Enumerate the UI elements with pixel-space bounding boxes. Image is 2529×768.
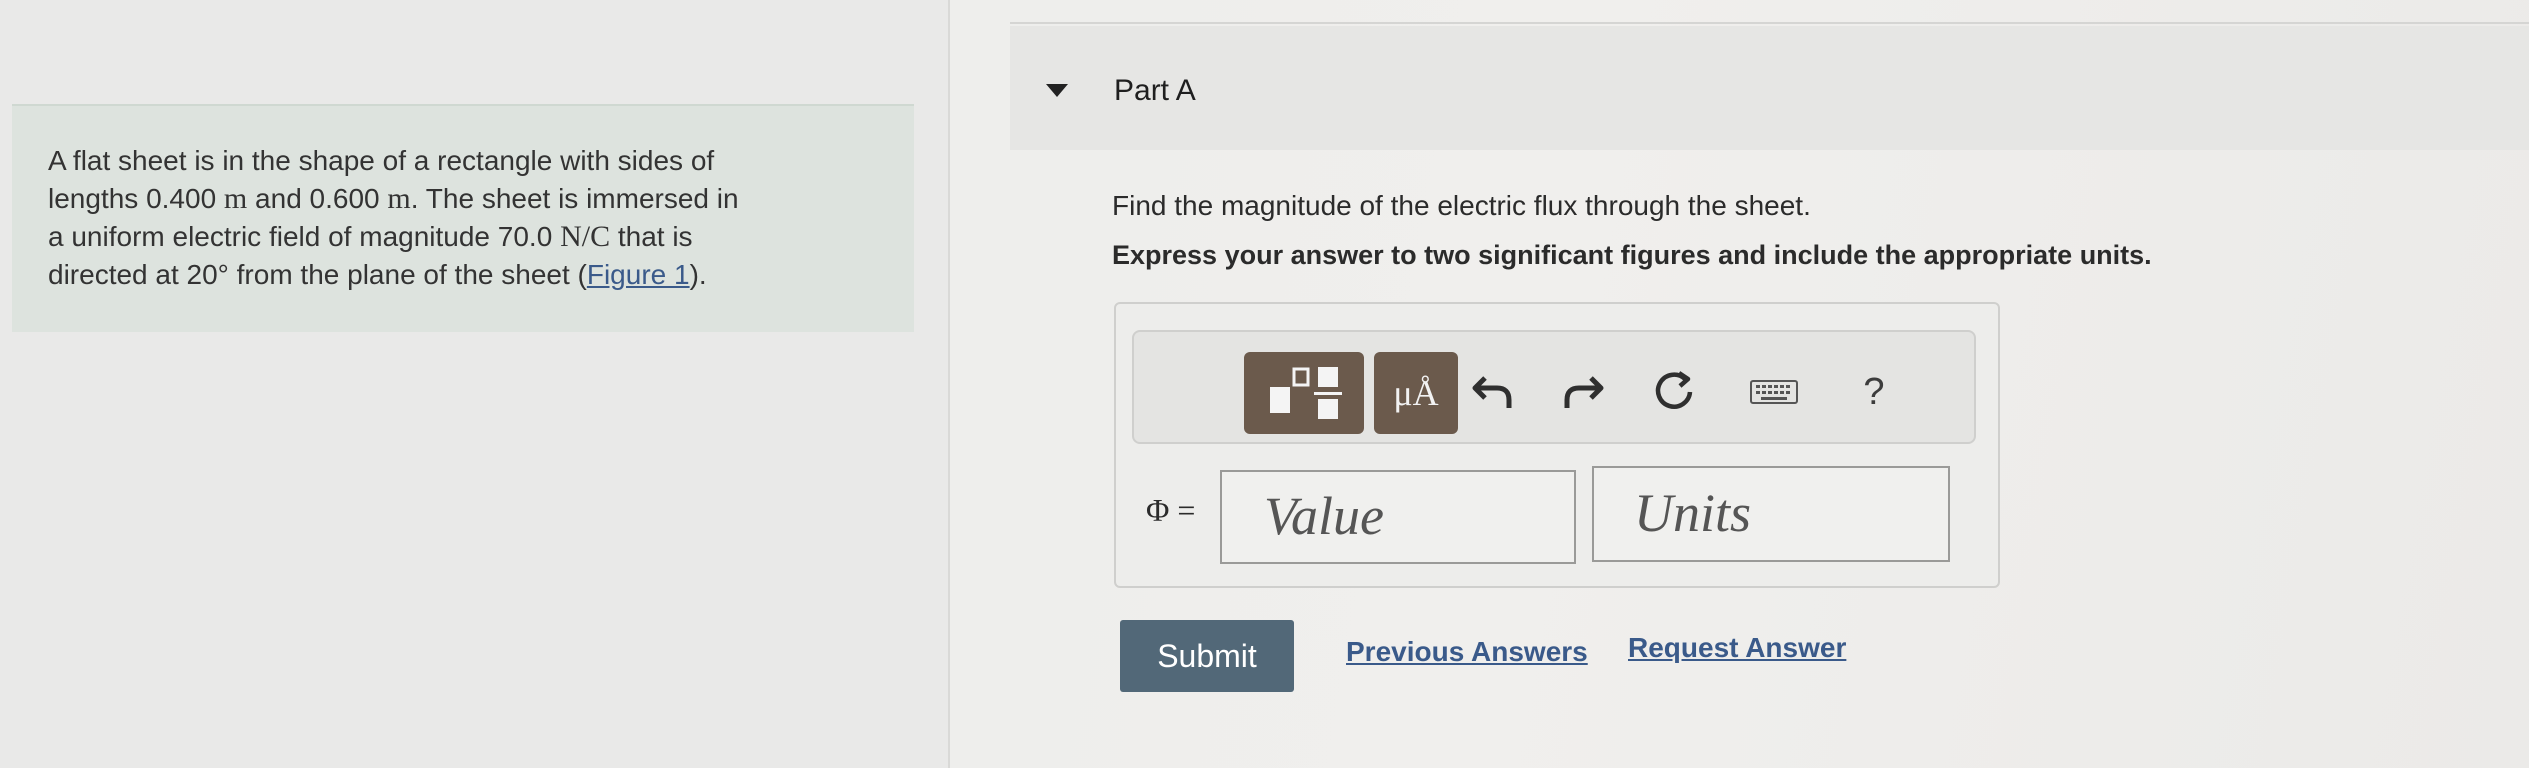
help-button[interactable]: ?	[1844, 362, 1904, 422]
problem-text: ).	[689, 259, 707, 290]
problem-column: A flat sheet is in the shape of a rectan…	[0, 0, 948, 768]
undo-icon	[1472, 376, 1512, 408]
redo-icon	[1564, 376, 1604, 408]
templates-button[interactable]	[1244, 352, 1364, 434]
problem-text: . The sheet is immersed in	[410, 183, 739, 214]
math-toolbar: μÅ ?	[1132, 330, 1976, 444]
unit-symbol: N/C	[560, 220, 611, 253]
submit-button[interactable]: Submit	[1120, 620, 1294, 692]
question-text: Find the magnitude of the electric flux …	[1112, 190, 1811, 221]
problem-statement-box: A flat sheet is in the shape of a rectan…	[12, 104, 914, 332]
units-input[interactable]: Units	[1592, 466, 1950, 562]
undo-button[interactable]	[1464, 362, 1524, 422]
part-header[interactable]	[1010, 26, 2529, 150]
keyboard-icon	[1750, 380, 1798, 404]
header-rule	[1010, 22, 2529, 24]
reset-icon	[1655, 371, 1693, 409]
reset-button[interactable]	[1644, 362, 1704, 422]
problem-text: that is	[610, 221, 693, 252]
answer-box: μÅ ? Φ = Value Units	[1114, 302, 2000, 588]
unit-symbol: m	[387, 182, 411, 215]
collapse-caret-icon[interactable]	[1046, 84, 1068, 97]
problem-statement: A flat sheet is in the shape of a rectan…	[48, 142, 898, 294]
problem-text: and 0.600	[247, 183, 388, 214]
previous-answers-link[interactable]: Previous Answers	[1346, 636, 1588, 668]
instructions-text: Express your answer to two significant f…	[1112, 240, 2152, 270]
templates-icon	[1270, 367, 1342, 419]
problem-text: lengths 0.400	[48, 183, 224, 214]
part-title[interactable]: Part A	[1114, 74, 1196, 108]
request-answer-link[interactable]: Request Answer	[1628, 632, 1846, 664]
units-button[interactable]: μÅ	[1374, 352, 1458, 434]
problem-text: directed at 20° from the plane of the sh…	[48, 259, 587, 290]
page: A flat sheet is in the shape of a rectan…	[0, 0, 2529, 768]
value-input[interactable]: Value	[1220, 470, 1576, 564]
figure-link[interactable]: Figure 1	[587, 259, 690, 290]
part-column: Part A Find the magnitude of the electri…	[950, 0, 2529, 768]
unit-symbol: m	[223, 182, 248, 215]
problem-text: a uniform electric field of magnitude 70…	[48, 221, 561, 252]
problem-line-1: A flat sheet is in the shape of a rectan…	[48, 145, 715, 176]
redo-button[interactable]	[1552, 362, 1612, 422]
keyboard-button[interactable]	[1744, 362, 1804, 422]
answer-variable-label: Φ =	[1146, 492, 1196, 528]
